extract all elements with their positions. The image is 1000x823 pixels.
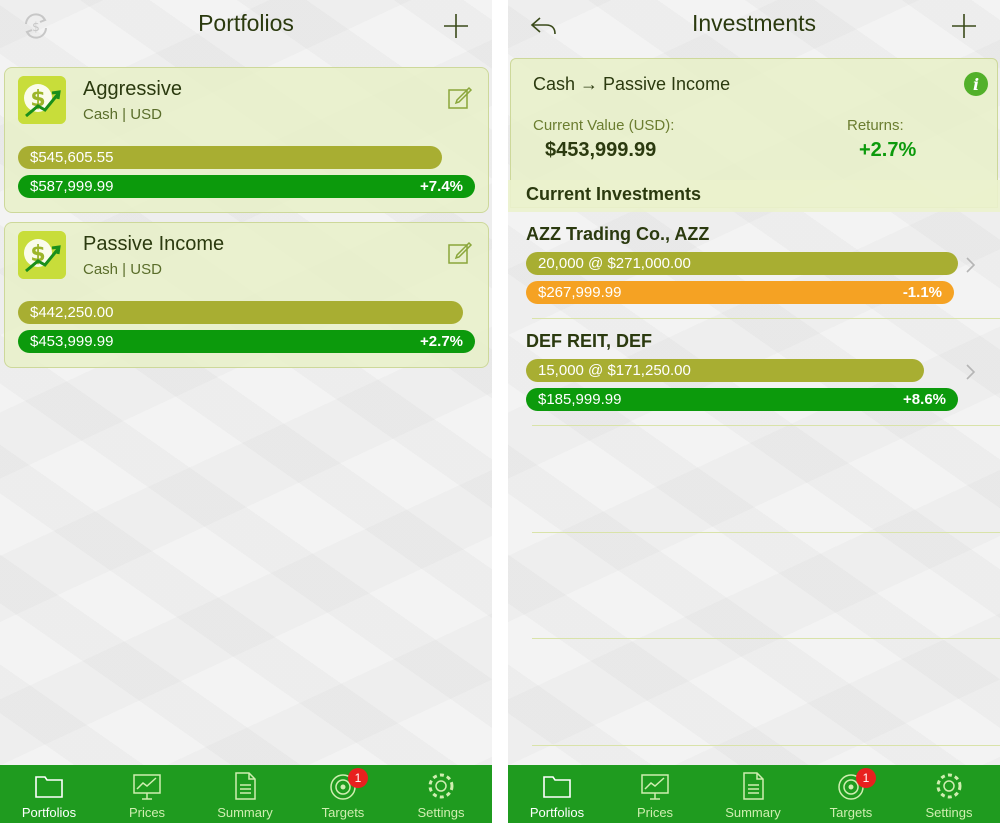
edit-icon[interactable] — [447, 239, 473, 265]
portfolio-name: Aggressive — [83, 78, 182, 100]
section-header: Current Investments — [508, 180, 1000, 212]
folder-icon — [35, 776, 63, 798]
portfolio-name: Passive Income — [83, 233, 225, 255]
chart-board-icon — [133, 774, 161, 800]
add-investment-icon[interactable] — [948, 10, 980, 42]
investment-name: AZZ Trading Co., AZZ — [526, 224, 710, 244]
tab-label: Portfolios — [21, 805, 77, 820]
targets-badge: 1 — [348, 768, 368, 788]
investments-screen: Investments Cash → Passive Income i Curr… — [508, 0, 1000, 823]
portfolio-subtitle: Cash | USD — [83, 261, 162, 278]
current-value-bar: $453,999.99 +2.7% — [18, 330, 475, 353]
svg-text:i: i — [973, 75, 979, 94]
cost-basis-bar: $442,250.00 — [18, 301, 463, 324]
current-value: $267,999.99 — [538, 284, 622, 301]
chevron-right-icon — [966, 364, 976, 380]
row-divider — [532, 638, 1000, 639]
tab-label: Summary — [217, 805, 273, 820]
investment-name: DEF REIT, DEF — [526, 331, 653, 351]
folder-icon — [543, 776, 571, 798]
investment-row[interactable]: AZZ Trading Co., AZZ 20,000 @ $271,000.0… — [508, 212, 1000, 318]
tab-portfolios[interactable]: Portfolios — [0, 765, 98, 823]
returns-label: Returns: — [847, 117, 904, 134]
page-title: Portfolios — [198, 10, 294, 36]
portfolio-card-aggressive[interactable]: $ Aggressive Cash | USD $545,605.55 $587… — [4, 67, 489, 213]
current-value-bar: $185,999.99 +8.6% — [526, 388, 958, 411]
tab-prices[interactable]: Prices — [606, 765, 704, 823]
tab-label: Portfolios — [529, 805, 585, 820]
gear-icon — [428, 773, 454, 799]
holding-summary: 15,000 @ $171,250.00 — [538, 362, 691, 379]
tab-label: Targets — [829, 805, 873, 820]
holding-summary: 20,000 @ $271,000.00 — [538, 255, 691, 272]
gear-icon — [936, 773, 962, 799]
current-value: $185,999.99 — [538, 391, 622, 408]
row-divider — [532, 425, 1000, 426]
cost-basis-value: $545,605.55 — [30, 149, 114, 166]
returns-percent: +8.6% — [903, 391, 946, 408]
tab-label: Settings — [925, 805, 973, 820]
tab-targets[interactable]: 1 Targets — [802, 765, 900, 823]
tab-label: Settings — [417, 805, 465, 820]
money-growth-icon: $ — [18, 76, 66, 124]
tab-bar: Portfolios Prices Summary 1 Targets Sett… — [508, 765, 1000, 823]
section-title: Current Investments — [526, 184, 702, 204]
portfolio-subtitle: Cash | USD — [83, 106, 162, 123]
current-value: $453,999.99 — [30, 333, 114, 350]
document-icon — [743, 772, 764, 800]
holding-bar: 20,000 @ $271,000.00 — [526, 252, 958, 275]
holding-bar: 15,000 @ $171,250.00 — [526, 359, 924, 382]
chevron-right-icon — [966, 257, 976, 273]
tab-summary[interactable]: Summary — [196, 765, 294, 823]
tab-label: Targets — [321, 805, 365, 820]
portfolios-navbar: $ Portfolios — [0, 0, 492, 52]
document-icon — [235, 772, 256, 800]
cost-basis-bar: $545,605.55 — [18, 146, 442, 169]
returns-percent: -1.1% — [902, 284, 942, 301]
targets-badge: 1 — [856, 768, 876, 788]
chart-board-icon — [641, 774, 669, 800]
tab-portfolios[interactable]: Portfolios — [508, 765, 606, 823]
tab-targets[interactable]: 1 Targets — [294, 765, 392, 823]
page-title: Investments — [692, 10, 816, 36]
cost-basis-value: $442,250.00 — [30, 304, 114, 321]
current-value-bar: $587,999.99 +7.4% — [18, 175, 475, 198]
tab-label: Prices — [128, 805, 166, 820]
portfolios-screen: $ Portfolios $ Aggressive Cash | USD $54… — [0, 0, 492, 823]
tab-bar: Portfolios Prices Summary 1 Targets Sett… — [0, 765, 492, 823]
tab-summary[interactable]: Summary — [704, 765, 802, 823]
add-portfolio-icon[interactable] — [440, 10, 472, 42]
money-growth-icon: $ — [18, 231, 66, 279]
tab-label: Prices — [636, 805, 674, 820]
tab-settings[interactable]: Settings — [900, 765, 998, 823]
current-value: $587,999.99 — [30, 178, 114, 195]
row-divider — [532, 532, 1000, 533]
portfolio-card-passive-income[interactable]: $ Passive Income Cash | USD $442,250.00 … — [4, 222, 489, 368]
current-value: $453,999.99 — [545, 139, 657, 161]
current-value-label: Current Value (USD): — [533, 117, 675, 134]
tab-prices[interactable]: Prices — [98, 765, 196, 823]
current-value-bar: $267,999.99 -1.1% — [526, 281, 954, 304]
tab-settings[interactable]: Settings — [392, 765, 490, 823]
returns-percent: +2.7% — [420, 333, 463, 350]
investments-navbar: Investments — [508, 0, 1000, 52]
screen-divider — [492, 0, 508, 823]
investment-row[interactable]: DEF REIT, DEF 15,000 @ $171,250.00 $185,… — [508, 319, 1000, 425]
returns-percent: +7.4% — [420, 178, 463, 195]
edit-icon[interactable] — [447, 84, 473, 110]
returns-value: +2.7% — [859, 139, 917, 161]
tab-label: Summary — [725, 805, 781, 820]
portfolio-path: Cash → Passive Income — [533, 74, 731, 94]
row-divider — [532, 745, 1000, 746]
info-icon[interactable]: i — [963, 71, 989, 97]
